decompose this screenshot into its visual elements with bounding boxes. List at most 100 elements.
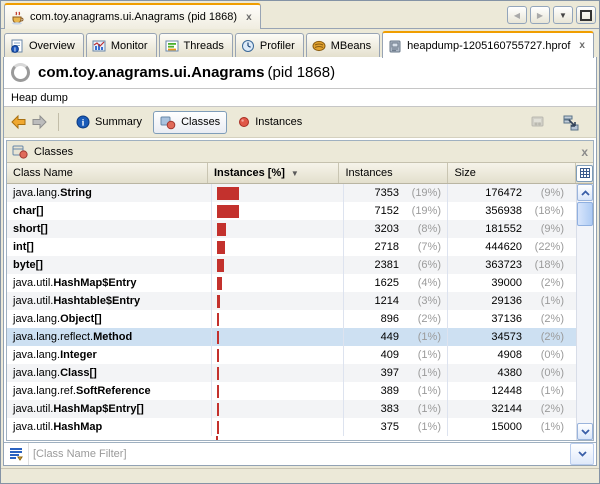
- table-row[interactable]: java.util.HashMap 375(1%) 15000(1%): [7, 418, 577, 436]
- size-percent: (0%): [522, 349, 570, 361]
- table-row[interactable]: java.lang.Integer 409(1%) 4908(0%): [7, 346, 577, 364]
- table-row[interactable]: char[] 7152(19%) 356938(18%): [7, 202, 577, 220]
- tab-label: Monitor: [111, 40, 148, 52]
- size-percent: (1%): [522, 385, 570, 397]
- table-row[interactable]: byte[] 2381(6%) 363723(18%): [7, 256, 577, 274]
- tab-overview[interactable]: i Overview: [4, 33, 84, 57]
- class-name: Hashtable$Entry: [53, 295, 140, 307]
- tab-label: Profiler: [260, 40, 295, 52]
- tab-anagrams-application[interactable]: com.toy.anagrams.ui.Anagrams (pid 1868) …: [4, 3, 261, 29]
- instances-button[interactable]: Instances: [231, 112, 309, 132]
- grid-icon: [580, 168, 590, 178]
- size-value: 34573: [491, 331, 522, 343]
- close-icon[interactable]: x: [579, 40, 585, 51]
- table-row[interactable]: java.lang.reflect.Method 449(1%) 34573(2…: [7, 328, 577, 346]
- instances-percent-bar: [217, 223, 226, 236]
- tab-list-dropdown-button[interactable]: ▼: [553, 6, 573, 24]
- chevron-up-icon: [581, 190, 590, 196]
- class-name: SoftReference: [76, 385, 151, 397]
- scroll-up-button[interactable]: [577, 184, 593, 201]
- instances-percent-bar: [217, 331, 219, 344]
- breadcrumb: Heap dump: [4, 88, 596, 107]
- table-row[interactable]: java.lang.Object[] 896(2%) 37136(2%): [7, 310, 577, 328]
- column-selector-corner: [576, 163, 593, 183]
- class-name-filter-input[interactable]: [29, 445, 570, 463]
- tab-threads[interactable]: Threads: [159, 33, 233, 57]
- instances-percent: (2%): [399, 313, 447, 325]
- class-package: java.lang.: [13, 367, 60, 379]
- class-package: java.util.: [13, 403, 53, 415]
- vertical-scrollbar[interactable]: [576, 184, 593, 440]
- view-tabbar: i Overview Monitor Threads Profiler: [1, 29, 599, 57]
- size-value: 176472: [485, 187, 522, 199]
- tab-heapdump[interactable]: heapdump-1205160755727.hprof x: [382, 31, 594, 58]
- class-package: java.util.: [13, 421, 53, 433]
- class-name: short[]: [13, 223, 48, 235]
- scrollbar-thumb[interactable]: [577, 202, 593, 226]
- table-body: java.lang.String 7353(19%) 176472(9%) ch…: [7, 184, 593, 440]
- size-percent: (2%): [522, 403, 570, 415]
- table-row[interactable]: java.lang.Class[] 397(1%) 4380(0%): [7, 364, 577, 382]
- instances-value: 389: [381, 385, 399, 397]
- class-name: int[]: [13, 241, 34, 253]
- instances-value: 2718: [375, 241, 399, 253]
- heap-dump-disabled-button: [526, 112, 548, 132]
- column-header-instances-pct[interactable]: Instances [%]▼: [208, 163, 339, 183]
- maximize-button[interactable]: [576, 6, 596, 24]
- column-header-instances[interactable]: Instances: [339, 163, 448, 183]
- back-button[interactable]: [10, 114, 27, 130]
- instances-percent-bar: [217, 241, 225, 254]
- forward-button[interactable]: [31, 114, 48, 130]
- table-row[interactable]: int[] 2718(7%) 444620(22%): [7, 238, 577, 256]
- size-value: 12448: [491, 385, 522, 397]
- table-row[interactable]: java.lang.String 7353(19%) 176472(9%): [7, 184, 577, 202]
- summary-button[interactable]: i Summary: [69, 111, 149, 133]
- table-row[interactable]: java.util.HashMap$Entry[] 383(1%) 32144(…: [7, 400, 577, 418]
- close-icon[interactable]: x: [581, 145, 588, 159]
- filter-dropdown-button[interactable]: [570, 443, 594, 465]
- scrollbar-track[interactable]: [577, 226, 593, 423]
- instances-percent: (4%): [399, 277, 447, 289]
- class-name-filter-bar: [4, 442, 596, 465]
- tab-monitor[interactable]: Monitor: [86, 33, 157, 57]
- scroll-down-button[interactable]: [577, 423, 593, 440]
- column-selector-button[interactable]: [576, 165, 593, 182]
- maximize-icon: [580, 10, 592, 21]
- instances-percent-bar: [217, 367, 219, 380]
- instance-icon: [238, 116, 250, 128]
- instances-percent-bar: [217, 349, 219, 362]
- size-percent: (9%): [522, 223, 570, 235]
- tab-mbeans[interactable]: MBeans: [306, 33, 380, 57]
- instances-value: 896: [381, 313, 399, 325]
- table-row[interactable]: java.util.HashMap$Entry 1625(4%) 39000(2…: [7, 274, 577, 292]
- instances-percent-bar: [217, 421, 219, 434]
- class-package: java.lang.: [13, 187, 60, 199]
- class-package: java.lang.: [13, 313, 60, 325]
- table-row-clipped[interactable]: [7, 436, 577, 440]
- info-icon: i: [76, 115, 90, 129]
- instances-percent: (1%): [399, 421, 447, 433]
- instances-percent-bar: [217, 187, 239, 200]
- table-row[interactable]: short[] 3203(8%) 181552(9%): [7, 220, 577, 238]
- profiler-icon: [241, 39, 255, 53]
- classes-panel-icon: [12, 144, 28, 159]
- instances-value: 1625: [375, 277, 399, 289]
- column-header-size[interactable]: Size: [448, 163, 576, 183]
- column-header-class-name[interactable]: Class Name: [7, 163, 208, 183]
- size-percent: (18%): [522, 205, 570, 217]
- class-name: Object[]: [60, 313, 102, 325]
- size-percent: (9%): [522, 187, 570, 199]
- scroll-tabs-left-button[interactable]: ◀: [507, 6, 527, 24]
- table-row[interactable]: java.lang.ref.SoftReference 389(1%) 1244…: [7, 382, 577, 400]
- size-percent: (2%): [522, 313, 570, 325]
- scroll-tabs-right-button[interactable]: ▶: [530, 6, 550, 24]
- table-row[interactable]: java.util.Hashtable$Entry 1214(3%) 29136…: [7, 292, 577, 310]
- instances-percent: (1%): [399, 349, 447, 361]
- visualvm-window: com.toy.anagrams.ui.Anagrams (pid 1868) …: [0, 0, 600, 484]
- size-value: 4380: [498, 367, 522, 379]
- export-to-file-button[interactable]: [560, 112, 582, 132]
- classes-button[interactable]: Classes: [153, 111, 227, 134]
- tab-profiler[interactable]: Profiler: [235, 33, 304, 57]
- close-icon[interactable]: x: [246, 12, 252, 23]
- filter-icon[interactable]: [4, 443, 29, 465]
